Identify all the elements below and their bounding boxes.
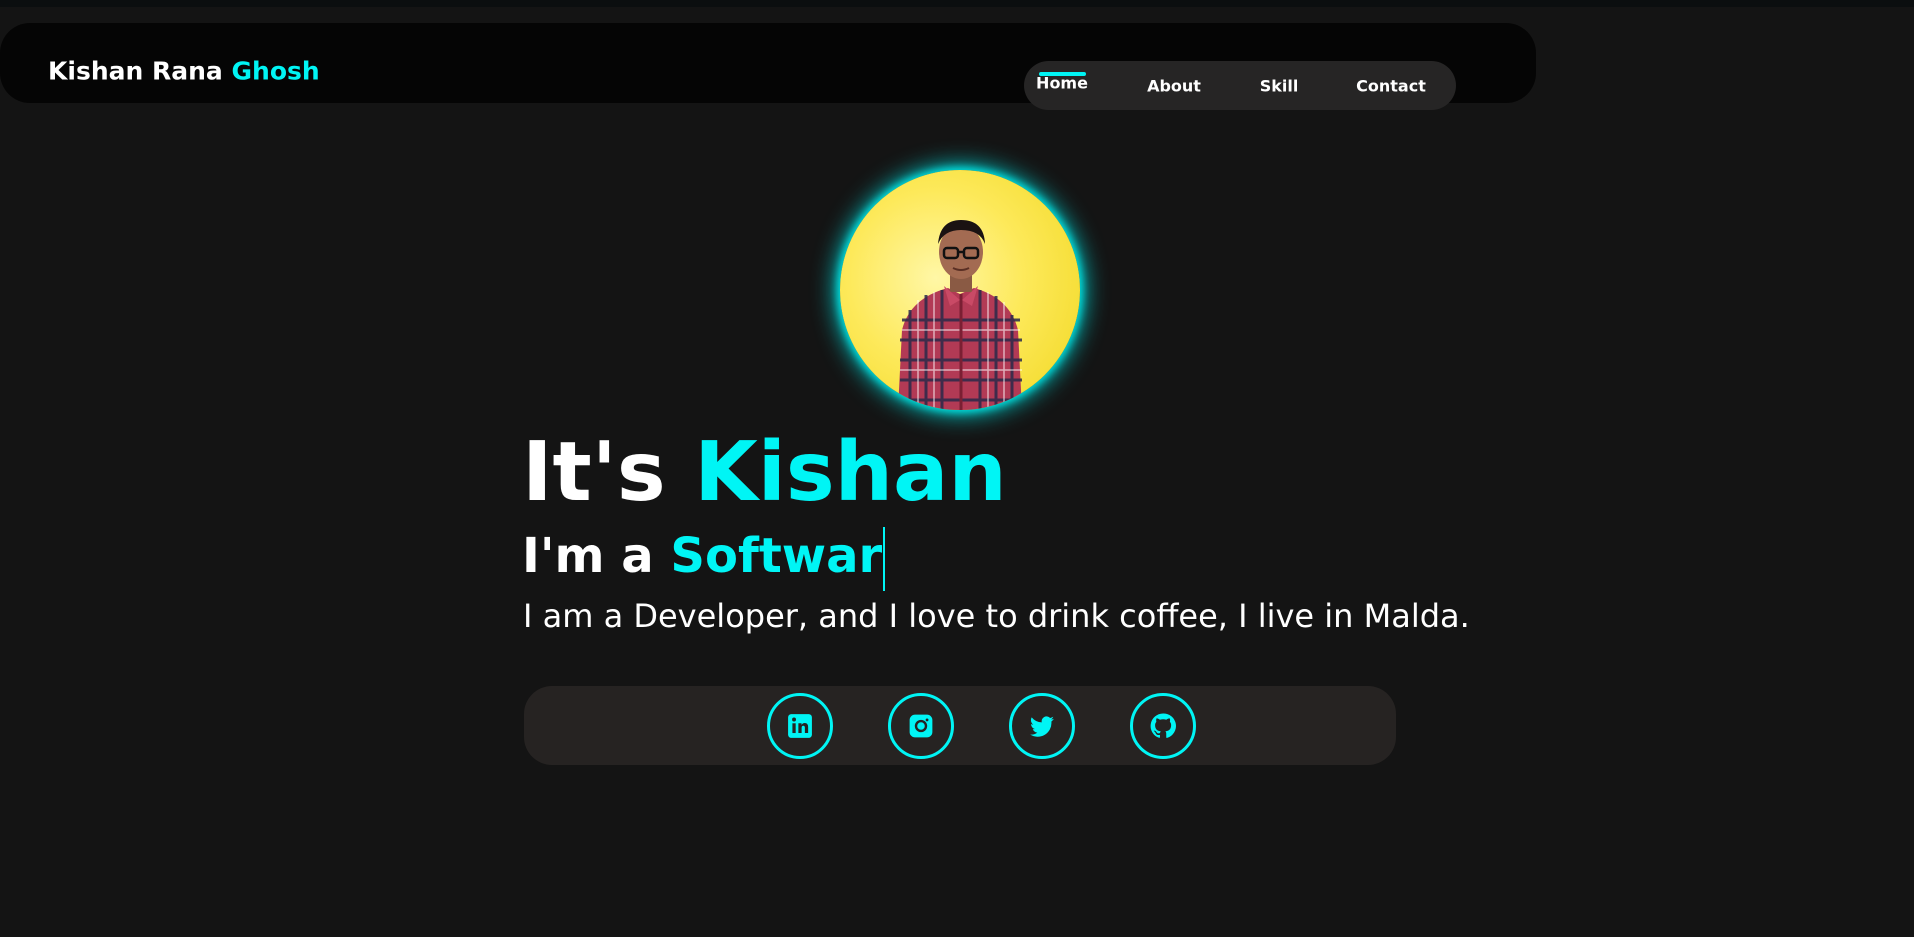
hero-role-typed: Softwar: [670, 528, 883, 584]
typing-caret: [883, 527, 886, 591]
window-top-strip: [0, 0, 1914, 7]
nav-active-underline: [1039, 72, 1086, 76]
profile-avatar: [840, 170, 1080, 410]
nav-contact-link[interactable]: Contact: [1356, 76, 1426, 95]
nav-skill-link[interactable]: Skill: [1260, 76, 1299, 95]
site-logo[interactable]: Kishan Rana Ghosh: [48, 57, 320, 86]
twitter-icon: [1030, 716, 1054, 737]
hero-description: I am a Developer, and I love to drink co…: [523, 597, 1470, 635]
nav-menu: Home About Skill Contact: [1024, 61, 1456, 110]
github-icon: [1150, 713, 1176, 738]
profile-photo-illustration: [898, 220, 1022, 410]
github-button[interactable]: [1130, 693, 1196, 759]
social-links-bar: [524, 686, 1396, 765]
linkedin-icon: [788, 714, 812, 738]
hero-role-prefix: I'm a: [522, 528, 654, 584]
hero-heading: It's Kishan: [522, 432, 1007, 514]
twitter-button[interactable]: [1009, 693, 1075, 759]
logo-accent-name: Ghosh: [231, 56, 320, 86]
nav-about-link[interactable]: About: [1147, 76, 1201, 95]
hero-heading-name: Kishan: [694, 425, 1007, 520]
navbar: Kishan Rana Ghosh Home About Skill Conta…: [0, 23, 1536, 110]
nav-home-link[interactable]: Home: [1036, 74, 1088, 93]
linkedin-button[interactable]: [767, 693, 833, 759]
logo-first-name: Kishan Rana: [48, 56, 223, 86]
hero-role-line: I'm a Softwar: [522, 527, 886, 591]
instagram-button[interactable]: [888, 693, 954, 759]
hero-heading-prefix: It's: [522, 425, 666, 520]
instagram-icon: [909, 714, 933, 738]
